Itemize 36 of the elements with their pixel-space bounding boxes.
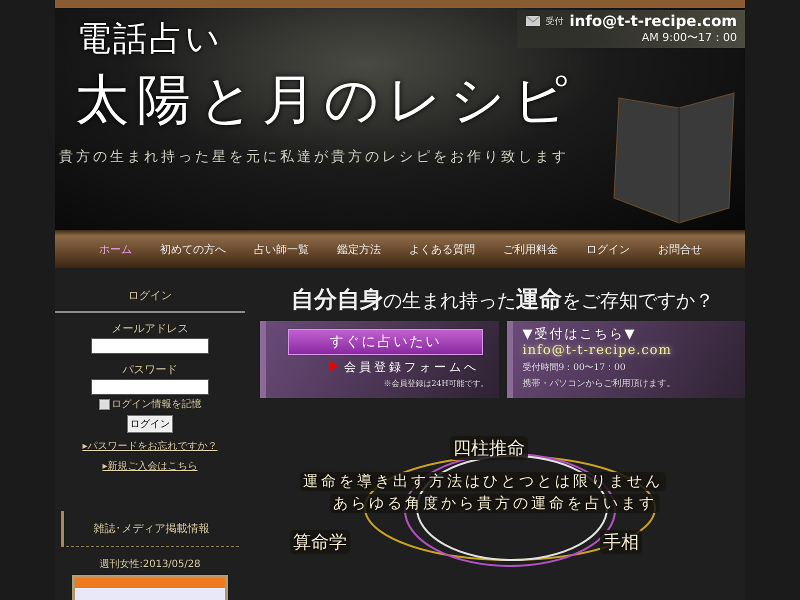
- email-field[interactable]: [91, 338, 209, 354]
- fortune-button[interactable]: すぐに占いたい: [288, 329, 483, 355]
- sidebar-link[interactable]: ▸パスワードをお忘れですか？: [82, 439, 218, 453]
- reception-hours: 受付時間9：00〜17：00: [522, 362, 627, 374]
- nav-link[interactable]: お問合せ: [644, 242, 716, 256]
- mail-icon: [526, 16, 540, 26]
- reception-note: 携帯・パソコンからご利用頂けます。: [522, 378, 676, 390]
- reception-email: info@t-t-recipe.com: [522, 343, 673, 358]
- signup-link[interactable]: 会員登録フォームへ: [330, 359, 488, 376]
- nav-link[interactable]: ログイン: [572, 242, 644, 256]
- triangle-icon: [330, 361, 338, 371]
- headline: 自分自身の生まれ持った運命をご存知ですか？: [290, 285, 715, 315]
- signup-note: ※会員登録は24H可能です。: [383, 378, 488, 389]
- sidebar-link[interactable]: ▸新規ご入会はこちら: [102, 459, 198, 473]
- media-heading: 雑誌･メディア掲載情報: [61, 511, 239, 547]
- login-heading: ログイン: [55, 280, 245, 313]
- password-field[interactable]: [91, 379, 209, 395]
- nav-link[interactable]: 初めての方へ: [146, 242, 240, 256]
- nav-link[interactable]: ご利用料金: [489, 242, 572, 256]
- contact-hours: AM 9:00〜17：00: [642, 30, 737, 45]
- contact-label: 受付: [546, 16, 564, 28]
- nav-link[interactable]: 占い師一覧: [240, 242, 323, 256]
- site-subtitle: 貴方の生まれ持った星を元に私達が貴方のレシピをお作り致します: [59, 148, 569, 166]
- nav-link[interactable]: ホーム: [85, 242, 146, 256]
- email-label: メールアドレス: [112, 321, 188, 336]
- site-title: 太陽と月のレシピ: [75, 67, 576, 133]
- site-kicker: 電話占い: [77, 18, 222, 61]
- password-label: パスワード: [122, 362, 178, 377]
- login-button[interactable]: ログイン: [127, 415, 173, 433]
- contact-email: info@t-t-recipe.com: [570, 12, 737, 30]
- remember-label: ログイン情報を記憶: [112, 398, 202, 411]
- nav-link[interactable]: 鑑定方法: [323, 242, 395, 256]
- remember-checkbox[interactable]: [98, 398, 110, 410]
- media-caption: 週刊女性:2013/05/28: [99, 558, 200, 571]
- reception-title: ▼受付はこちら▼: [522, 326, 638, 343]
- nav-link[interactable]: よくある質問: [395, 242, 489, 256]
